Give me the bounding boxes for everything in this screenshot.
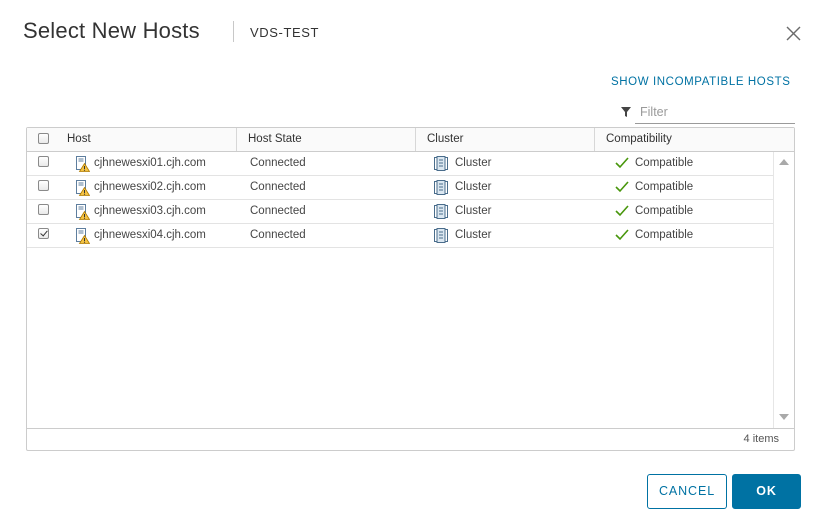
grid-footer: 4 items (27, 428, 794, 450)
checkmark-icon (615, 229, 629, 241)
checkmark-icon (615, 205, 629, 217)
scroll-up-arrow-icon[interactable] (779, 159, 789, 165)
cluster-icon (434, 204, 448, 219)
table-row[interactable]: cjhnewesxi01.cjh.com Connected Cluster C… (27, 152, 773, 176)
host-state: Connected (250, 205, 306, 217)
items-count: 4 items (743, 433, 779, 445)
host-warning-icon (76, 180, 90, 196)
filter-icon (621, 107, 631, 117)
table-row[interactable]: cjhnewesxi04.cjh.com Connected Cluster C… (27, 224, 773, 248)
row-checkbox[interactable] (38, 180, 49, 191)
host-warning-icon (76, 156, 90, 172)
column-header-host-state[interactable]: Host State (236, 128, 416, 151)
filter-input[interactable] (635, 101, 795, 124)
compatibility-status: Compatible (635, 157, 694, 169)
scroll-down-arrow-icon[interactable] (779, 414, 789, 420)
close-icon (786, 26, 801, 41)
select-all-checkbox[interactable] (38, 133, 49, 144)
table-row[interactable]: cjhnewesxi03.cjh.com Connected Cluster C… (27, 200, 773, 224)
cluster-icon (434, 180, 448, 195)
dialog-title: Select New Hosts (23, 18, 200, 43)
dialog-subtitle: VDS-TEST (250, 25, 320, 40)
row-checkbox[interactable] (38, 204, 49, 215)
table-row[interactable]: cjhnewesxi02.cjh.com Connected Cluster C… (27, 176, 773, 200)
checkmark-icon (615, 157, 629, 169)
compatibility-status: Compatible (635, 205, 694, 217)
cluster-name: Cluster (455, 205, 492, 217)
host-name-link[interactable]: cjhnewesxi04.cjh.com (94, 224, 206, 247)
column-header-cluster[interactable]: Cluster (415, 128, 595, 151)
show-incompatible-hosts-link[interactable]: SHOW INCOMPATIBLE HOSTS (611, 76, 791, 88)
cluster-name: Cluster (455, 229, 492, 241)
hosts-grid: Host Host State Cluster Compatibility cj… (26, 127, 795, 451)
row-checkbox[interactable] (38, 156, 49, 167)
cluster-name: Cluster (455, 157, 492, 169)
compatibility-status: Compatible (635, 181, 694, 193)
grid-header: Host Host State Cluster Compatibility (27, 128, 794, 152)
host-state: Connected (250, 229, 306, 241)
column-header-compatibility[interactable]: Compatibility (594, 128, 774, 151)
ok-button[interactable]: OK (732, 474, 801, 509)
cluster-icon (434, 228, 448, 243)
host-name-link[interactable]: cjhnewesxi02.cjh.com (94, 176, 206, 199)
title-divider (233, 21, 234, 42)
host-name-link[interactable]: cjhnewesxi03.cjh.com (94, 200, 206, 223)
close-button[interactable] (784, 24, 804, 44)
compatibility-status: Compatible (635, 229, 694, 241)
host-name-link[interactable]: cjhnewesxi01.cjh.com (94, 152, 206, 175)
checkmark-icon (615, 181, 629, 193)
row-checkbox[interactable] (38, 228, 49, 239)
host-state: Connected (250, 181, 306, 193)
host-state: Connected (250, 157, 306, 169)
host-warning-icon (76, 228, 90, 244)
cancel-button[interactable]: CANCEL (647, 474, 727, 509)
filter-box (618, 101, 795, 124)
grid-scrollbar[interactable] (773, 152, 794, 428)
host-warning-icon (76, 204, 90, 220)
column-header-host[interactable]: Host (56, 128, 236, 151)
cluster-icon (434, 156, 448, 171)
cluster-name: Cluster (455, 181, 492, 193)
